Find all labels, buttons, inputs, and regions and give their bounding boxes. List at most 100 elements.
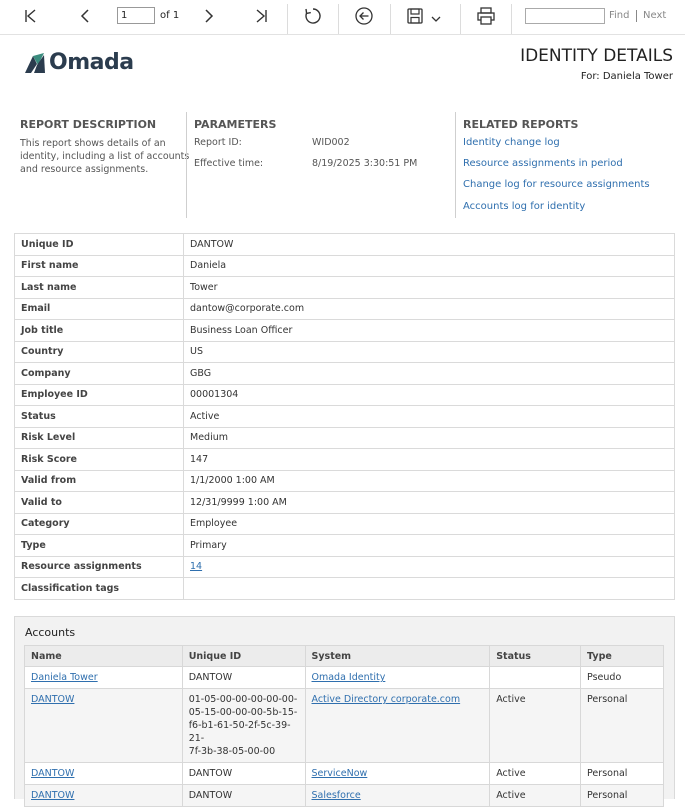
last-page-button[interactable] <box>248 0 274 32</box>
account-uid-cell: 01-05-00-00-00-00-00- 05-15-00-00-00-5b-… <box>181 688 306 763</box>
detail-value: Business Loan Officer <box>183 319 675 342</box>
detail-value: US <box>183 340 675 363</box>
link-resource-assignments-period[interactable]: Resource assignments in period <box>463 158 623 169</box>
detail-value <box>183 577 675 600</box>
resource-assignments-link[interactable]: 14 <box>190 561 202 572</box>
export-button[interactable] <box>404 0 444 32</box>
report-subject: For: Daniela Tower <box>580 71 673 82</box>
next-page-button[interactable] <box>196 0 222 32</box>
printer-icon <box>477 7 495 25</box>
omada-logo-icon <box>25 52 45 73</box>
detail-key: Risk Level <box>14 426 184 449</box>
toolbar-divider <box>390 4 391 34</box>
back-arrow-icon <box>355 7 373 25</box>
parameters-title: PARAMETERS <box>194 118 277 131</box>
detail-value: 00001304 <box>183 383 675 406</box>
detail-value: Medium <box>183 426 675 449</box>
detail-value: Tower <box>183 276 675 299</box>
account-system-link[interactable]: Active Directory corporate.com <box>312 694 461 705</box>
account-system-link[interactable]: ServiceNow <box>312 768 368 779</box>
previous-page-button[interactable] <box>72 0 98 32</box>
chevron-left-icon <box>80 9 89 23</box>
description-title: REPORT DESCRIPTION <box>20 118 157 131</box>
detail-value: Active <box>183 405 675 428</box>
chevron-down-icon <box>431 16 441 22</box>
detail-key: Category <box>14 512 184 535</box>
detail-key: Valid from <box>14 469 184 492</box>
account-status-cell <box>489 666 582 689</box>
account-system-cell: Salesforce <box>304 784 491 807</box>
detail-row: Valid to 12/31/9999 1:00 AM <box>14 491 675 514</box>
param-report-id-label: Report ID: <box>194 137 242 148</box>
report-toolbar: 1 of 1 Find Next <box>0 0 685 35</box>
find-button[interactable]: Find <box>609 10 630 21</box>
toolbar-divider <box>287 4 288 34</box>
col-header-type: Type <box>580 645 664 667</box>
detail-key: Classification tags <box>14 577 184 600</box>
account-type-cell: Pseudo <box>580 666 664 689</box>
account-name-cell: DANTOW <box>24 762 183 785</box>
link-identity-change-log[interactable]: Identity change log <box>463 137 560 148</box>
accounts-table: Name Unique ID System Status Type Daniel… <box>24 645 664 807</box>
account-status-cell: Active <box>489 784 582 807</box>
link-accounts-log[interactable]: Accounts log for identity <box>463 201 585 212</box>
account-name-link[interactable]: DANTOW <box>31 768 74 779</box>
find-input[interactable] <box>525 8 605 24</box>
account-system-link[interactable]: Salesforce <box>312 790 361 801</box>
column-divider <box>186 112 187 218</box>
detail-key: Unique ID <box>14 233 184 256</box>
accounts-header-row: Name Unique ID System Status Type <box>24 645 664 667</box>
detail-row: Employee ID 00001304 <box>14 383 675 406</box>
logo-wordmark: Omada <box>49 50 134 75</box>
account-name-cell: Daniela Tower <box>24 666 183 689</box>
account-name-link[interactable]: Daniela Tower <box>31 672 98 683</box>
account-name-cell: DANTOW <box>24 784 183 807</box>
table-row: DANTOW 01-05-00-00-00-00-00- 05-15-00-00… <box>24 688 664 763</box>
account-uid-cell: DANTOW <box>181 666 306 689</box>
account-name-link[interactable]: DANTOW <box>31 790 74 801</box>
detail-value: Primary <box>183 534 675 557</box>
first-page-button[interactable] <box>18 0 44 32</box>
param-report-id-value: WID002 <box>312 137 350 148</box>
detail-row: Company GBG <box>14 362 675 385</box>
detail-value: 147 <box>183 448 675 471</box>
account-system-link[interactable]: Omada Identity <box>312 672 386 683</box>
detail-row: Country US <box>14 340 675 363</box>
detail-key: First name <box>14 254 184 277</box>
detail-key: Valid to <box>14 491 184 514</box>
detail-row: First name Daniela <box>14 254 675 277</box>
detail-value: Employee <box>183 512 675 535</box>
account-system-cell: Active Directory corporate.com <box>304 688 491 763</box>
chevron-right-icon <box>205 9 214 23</box>
detail-key: Email <box>14 297 184 320</box>
col-header-name: Name <box>24 645 183 667</box>
page-number-input[interactable]: 1 <box>117 7 155 24</box>
back-button[interactable] <box>350 0 378 32</box>
detail-value: 12/31/9999 1:00 AM <box>183 491 675 514</box>
detail-key: Risk Score <box>14 448 184 471</box>
detail-row: Email dantow@corporate.com <box>14 297 675 320</box>
table-row: DANTOW DANTOW ServiceNow Active Personal <box>24 762 664 785</box>
detail-value: 1/1/2000 1:00 AM <box>183 469 675 492</box>
detail-value: Daniela <box>183 254 675 277</box>
refresh-icon <box>305 8 321 24</box>
refresh-button[interactable] <box>299 0 327 32</box>
detail-value: dantow@corporate.com <box>183 297 675 320</box>
link-change-log-resource-assignments[interactable]: Change log for resource assignments <box>463 179 650 190</box>
detail-value: GBG <box>183 362 675 385</box>
detail-row: Job title Business Loan Officer <box>14 319 675 342</box>
account-type-cell: Personal <box>580 688 664 763</box>
find-next-button[interactable]: Next <box>643 10 666 21</box>
account-type-cell: Personal <box>580 784 664 807</box>
omada-logo: Omada <box>24 50 134 75</box>
detail-row: Resource assignments 14 <box>14 555 675 578</box>
detail-key: Last name <box>14 276 184 299</box>
detail-row: Status Active <box>14 405 675 428</box>
accounts-title: Accounts <box>25 626 76 639</box>
account-name-link[interactable]: DANTOW <box>31 694 74 705</box>
col-header-status: Status <box>489 645 582 667</box>
account-type-cell: Personal <box>580 762 664 785</box>
print-button[interactable] <box>472 0 500 32</box>
account-uid-cell: DANTOW <box>181 762 306 785</box>
detail-row: Risk Level Medium <box>14 426 675 449</box>
